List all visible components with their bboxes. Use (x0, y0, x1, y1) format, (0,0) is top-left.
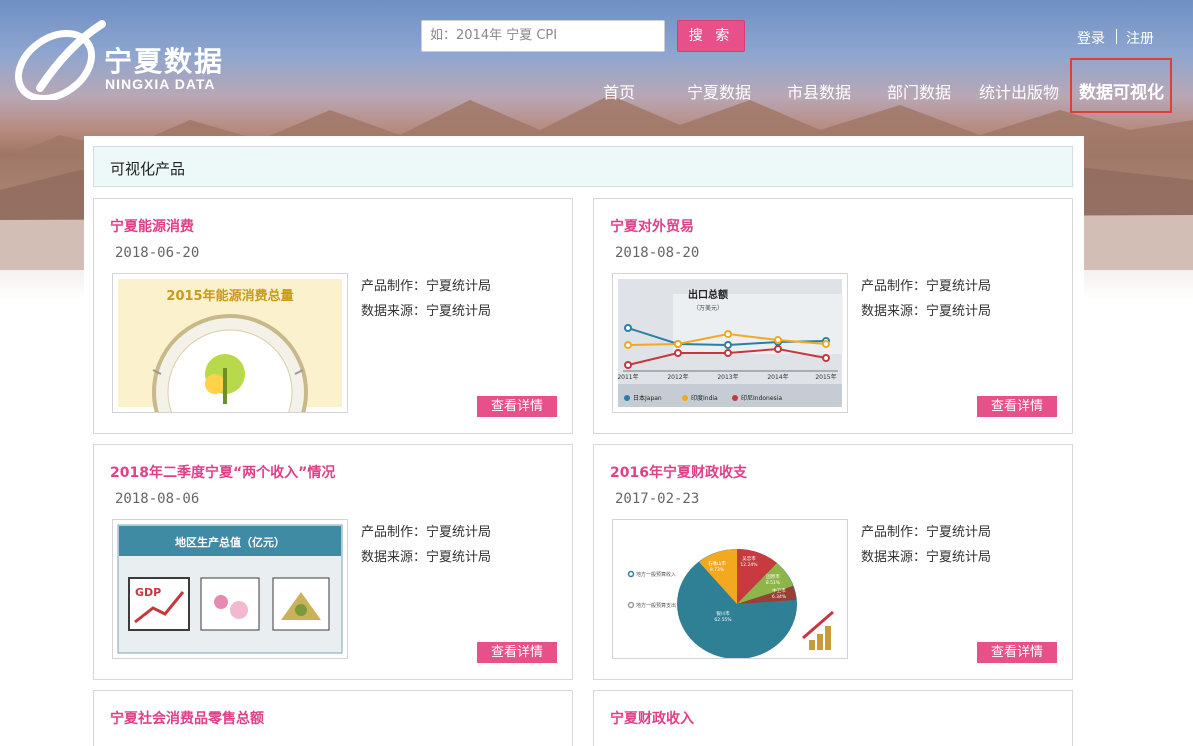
nav-item-ningxia-data[interactable]: 宁夏数据 (687, 79, 751, 103)
pie-label: 8.51% (766, 580, 781, 586)
card-title[interactable]: 2016年宁夏财政收支 (610, 462, 747, 482)
two-incomes-thumbnail: 地区生产总值（亿元） GDP (117, 524, 343, 654)
card-thumbnail[interactable]: 银川市 62.55% 石嘴山市 9.73% 吴忠市 12.24% 固原市 8.5… (612, 519, 848, 659)
card-source: 数据来源：宁夏统计局 (361, 550, 492, 565)
view-details-button[interactable]: 查看详情 (977, 642, 1057, 663)
pie-label: 银川市 (716, 610, 730, 617)
trade-thumbnail-title: 出口总额 (688, 288, 728, 301)
trade-year-label: 2011年 (617, 373, 638, 381)
card-title[interactable]: 宁夏社会消费品零售总额 (110, 708, 264, 728)
product-card: 宁夏社会消费品零售总额 (93, 690, 573, 746)
pie-label: 6.34% (772, 594, 787, 600)
nav-item-home[interactable]: 首页 (603, 79, 635, 103)
pie-label: 吴忠市 (742, 555, 756, 562)
card-thumbnail[interactable]: 2015年能源消费总量 (112, 273, 348, 413)
pie-legend-expense: 地方一般预算支出 (636, 602, 676, 609)
pie-label: 石嘴山市 (708, 560, 726, 567)
card-producer: 产品制作：宁夏统计局 (861, 279, 992, 294)
foreign-trade-thumbnail: 出口总额 （万美元） 2011年 2012年 2013年 2014年 2015年… (617, 279, 843, 407)
card-thumbnail[interactable]: 地区生产总值（亿元） GDP (112, 519, 348, 659)
card-title[interactable]: 宁夏能源消费 (110, 216, 194, 236)
energy-consumption-thumbnail: 2015年能源消费总量 (118, 279, 342, 412)
ningxia-logo-icon (15, 20, 106, 100)
search-input[interactable]: 如：2014年 宁夏 CPI (421, 20, 665, 52)
product-card: 宁夏对外贸易 2018-08-20 出口总额 （万美元） 2011年 2012年… (593, 198, 1073, 434)
pie-legend-income: 地方一般预算收入 (636, 571, 676, 578)
trade-year-label: 2012年 (667, 373, 688, 381)
product-card: 2018年二季度宁夏“两个收入”情况 2018-08-06 地区生产总值（亿元）… (93, 444, 573, 680)
card-date: 2017-02-23 (615, 491, 700, 507)
nav-item-county-data[interactable]: 市县数据 (787, 79, 851, 103)
view-details-button[interactable]: 查看详情 (477, 642, 557, 663)
trade-legend-indonesia: 印尼Indonesia (741, 395, 782, 402)
gdp-thumbnail-icon-label: GDP (135, 586, 161, 599)
card-title[interactable]: 宁夏财政收入 (610, 708, 694, 728)
trade-thumbnail-unit: （万美元） (693, 304, 723, 312)
card-thumbnail[interactable]: 出口总额 （万美元） 2011年 2012年 2013年 2014年 2015年… (612, 273, 848, 413)
card-source: 数据来源：宁夏统计局 (361, 304, 492, 319)
product-card: 宁夏财政收入 (593, 690, 1073, 746)
card-producer: 产品制作：宁夏统计局 (361, 279, 492, 294)
logo-name-en: NINGXIA DATA (105, 76, 216, 92)
energy-thumbnail-title: 2015年能源消费总量 (166, 288, 293, 304)
nav-item-publications[interactable]: 统计出版物 (979, 79, 1059, 103)
logo-name-cn: 宁夏数据 (104, 45, 225, 78)
card-title[interactable]: 宁夏对外贸易 (610, 216, 694, 236)
trade-year-label: 2014年 (767, 373, 788, 381)
product-card: 2016年宁夏财政收支 2017-02-23 银川市 62.55% 石嘴山市 9… (593, 444, 1073, 680)
pie-label: 中卫市 (772, 587, 786, 594)
card-source: 数据来源：宁夏统计局 (861, 550, 992, 565)
search-button[interactable]: 搜 索 (677, 20, 745, 52)
pie-label: 9.73% (710, 567, 725, 573)
card-source: 数据来源：宁夏统计局 (861, 304, 992, 319)
card-date: 2018-06-20 (115, 245, 200, 261)
gdp-thumbnail-title: 地区生产总值（亿元） (175, 535, 285, 549)
trade-legend-japan: 日本Japan (633, 394, 662, 402)
card-producer: 产品制作：宁夏统计局 (861, 525, 992, 540)
nav-item-department-data[interactable]: 部门数据 (887, 79, 951, 103)
section-title: 可视化产品 (110, 160, 186, 178)
auth-divider (1116, 29, 1117, 44)
pie-label: 62.55% (714, 617, 732, 623)
pie-label: 12.24% (740, 562, 758, 568)
trade-legend-india: 印度India (691, 394, 718, 402)
login-link[interactable]: 登录 (1077, 28, 1105, 48)
view-details-button[interactable]: 查看详情 (477, 396, 557, 417)
section-header: 可视化产品 (93, 146, 1073, 187)
fiscal-pie-thumbnail: 银川市 62.55% 石嘴山市 9.73% 吴忠市 12.24% 固原市 8.5… (618, 525, 842, 658)
pie-label: 固原市 (766, 573, 780, 580)
register-link[interactable]: 注册 (1126, 28, 1154, 48)
product-card: 宁夏能源消费 2018-06-20 2015年能源消费总量 产品制作：宁夏统计局… (93, 198, 573, 434)
trade-year-label: 2015年 (815, 373, 836, 381)
card-title[interactable]: 2018年二季度宁夏“两个收入”情况 (110, 462, 335, 482)
card-date: 2018-08-20 (615, 245, 700, 261)
trade-year-label: 2013年 (717, 373, 738, 381)
card-date: 2018-08-06 (115, 491, 200, 507)
view-details-button[interactable]: 查看详情 (977, 396, 1057, 417)
nav-item-visualization-label: 数据可视化 (1079, 83, 1164, 103)
card-producer: 产品制作：宁夏统计局 (361, 525, 492, 540)
